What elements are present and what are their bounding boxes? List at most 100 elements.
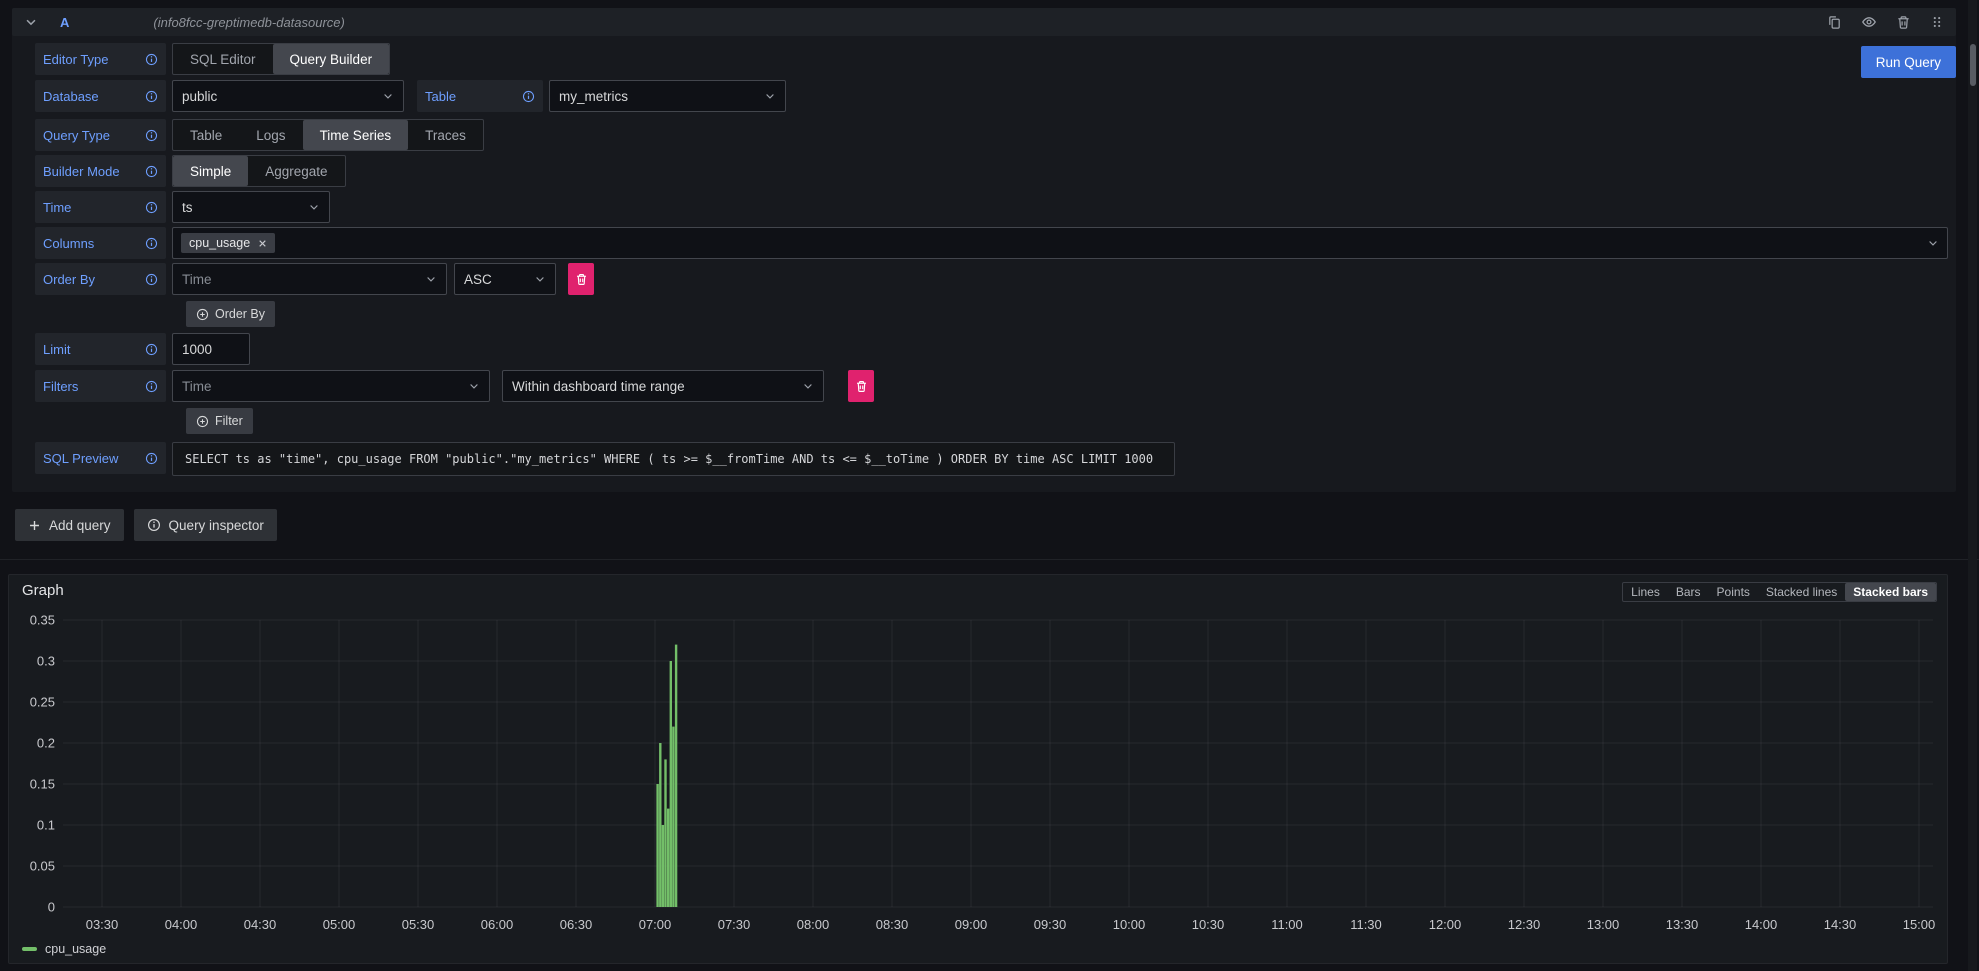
mode-stacked-bars[interactable]: Stacked bars [1845,583,1936,601]
query-header[interactable]: A (info8fcc-greptimedb-datasource) [12,8,1956,36]
panel-title: Graph [22,582,64,599]
mode-points[interactable]: Points [1709,583,1758,601]
limit-label: Limit [35,333,166,365]
info-circle-icon [147,518,161,532]
columns-multiselect[interactable]: cpu_usage [172,227,1948,259]
editor-type-option-sql-editor[interactable]: SQL Editor [173,44,273,74]
info-icon[interactable] [145,452,158,465]
form-row-time: Time ts [35,191,1948,223]
trash-icon [855,380,868,393]
form-row-editor-type: Editor Type SQL Editor Query Builder [35,43,1948,75]
query-type-label: Query Type [35,119,166,151]
graph-panel: Graph Lines Bars Points Stacked lines St… [8,574,1948,964]
query-type-option-traces[interactable]: Traces [408,120,483,150]
limit-input[interactable] [172,333,250,365]
order-by-field-select[interactable]: Time [172,263,447,295]
filters-label: Filters [35,370,166,402]
query-type-toggle: Table Logs Time Series Traces [172,119,484,151]
query-type-option-time-series[interactable]: Time Series [303,120,409,150]
editor-type-option-query-builder[interactable]: Query Builder [273,44,390,74]
info-icon[interactable] [145,237,158,250]
chevron-down-icon [1927,237,1939,249]
column-tag-cpu-usage: cpu_usage [181,233,275,253]
remove-filter-button[interactable] [848,370,874,402]
svg-text:12:00: 12:00 [1429,917,1462,932]
builder-mode-option-aggregate[interactable]: Aggregate [248,156,344,186]
svg-text:06:30: 06:30 [560,917,593,932]
add-query-button[interactable]: Add query [15,509,124,541]
query-type-option-table[interactable]: Table [173,120,239,150]
svg-text:12:30: 12:30 [1508,917,1541,932]
plus-circle-icon [196,415,209,428]
builder-mode-toggle: Simple Aggregate [172,155,346,187]
info-icon[interactable] [145,201,158,214]
filter-condition-select[interactable]: Within dashboard time range [502,370,824,402]
mode-stacked-lines[interactable]: Stacked lines [1758,583,1845,601]
hide-query-eye-icon[interactable] [1861,14,1877,30]
collapse-chevron-icon[interactable] [24,15,38,29]
svg-text:15:00: 15:00 [1903,917,1936,932]
trash-icon [575,273,588,286]
svg-text:10:00: 10:00 [1113,917,1146,932]
remove-order-by-button[interactable] [568,263,594,295]
svg-text:04:30: 04:30 [244,917,277,932]
svg-text:0.1: 0.1 [37,818,55,833]
svg-text:0.15: 0.15 [30,777,55,792]
sql-preview-label: SQL Preview [35,442,166,474]
svg-text:0.35: 0.35 [30,613,55,628]
svg-text:09:30: 09:30 [1034,917,1067,932]
table-select[interactable]: my_metrics [549,80,786,112]
database-select[interactable]: public [172,80,404,112]
chevron-down-icon [382,90,394,102]
scrollbar-thumb[interactable] [1970,44,1976,86]
table-label: Table [417,80,543,112]
svg-text:07:30: 07:30 [718,917,751,932]
builder-mode-label: Builder Mode [35,155,166,187]
info-icon[interactable] [145,343,158,356]
svg-text:05:00: 05:00 [323,917,356,932]
run-query-button[interactable]: Run Query [1861,46,1956,78]
query-inspector-button[interactable]: Query inspector [134,509,277,541]
query-editor-section: A (info8fcc-greptimedb-datasource) Run Q… [12,8,1956,492]
chart-legend: cpu_usage [22,942,106,956]
svg-text:13:00: 13:00 [1587,917,1620,932]
legend-series-label[interactable]: cpu_usage [45,942,106,956]
info-icon[interactable] [145,129,158,142]
mode-bars[interactable]: Bars [1668,583,1709,601]
svg-text:10:30: 10:30 [1192,917,1225,932]
chevron-down-icon [425,273,437,285]
delete-query-trash-icon[interactable] [1896,15,1911,30]
remove-tag-close-icon[interactable] [258,239,267,248]
query-type-option-logs[interactable]: Logs [239,120,302,150]
chevron-down-icon [534,273,546,285]
info-icon[interactable] [145,53,158,66]
order-by-label: Order By [35,263,166,295]
chevron-down-icon [764,90,776,102]
sql-preview-text: SELECT ts as "time", cpu_usage FROM "pub… [172,442,1175,476]
form-row-add-order-by: Order By [186,301,1948,327]
filter-field-select[interactable]: Time [172,370,490,402]
form-row-builder-mode: Builder Mode Simple Aggregate [35,155,1948,187]
form-row-query-type: Query Type Table Logs Time Series Traces [35,119,1948,151]
svg-text:03:30: 03:30 [86,917,119,932]
svg-text:06:00: 06:00 [481,917,514,932]
drag-handle-icon[interactable] [1930,15,1944,29]
info-icon[interactable] [145,90,158,103]
scrollbar-track[interactable] [1968,0,1977,971]
add-order-by-button[interactable]: Order By [186,301,275,327]
form-row-order-by: Order By Time ASC [35,263,1948,295]
duplicate-query-icon[interactable] [1827,15,1842,30]
svg-text:0.05: 0.05 [30,859,55,874]
form-row-add-filter: Filter [186,408,1948,434]
svg-text:13:30: 13:30 [1666,917,1699,932]
info-icon[interactable] [145,273,158,286]
add-filter-button[interactable]: Filter [186,408,253,434]
time-column-select[interactable]: ts [172,191,330,223]
info-icon[interactable] [145,165,158,178]
svg-text:0.25: 0.25 [30,695,55,710]
info-icon[interactable] [145,380,158,393]
builder-mode-option-simple[interactable]: Simple [173,156,248,186]
info-icon[interactable] [522,90,535,103]
mode-lines[interactable]: Lines [1623,583,1668,601]
order-by-direction-select[interactable]: ASC [454,263,556,295]
